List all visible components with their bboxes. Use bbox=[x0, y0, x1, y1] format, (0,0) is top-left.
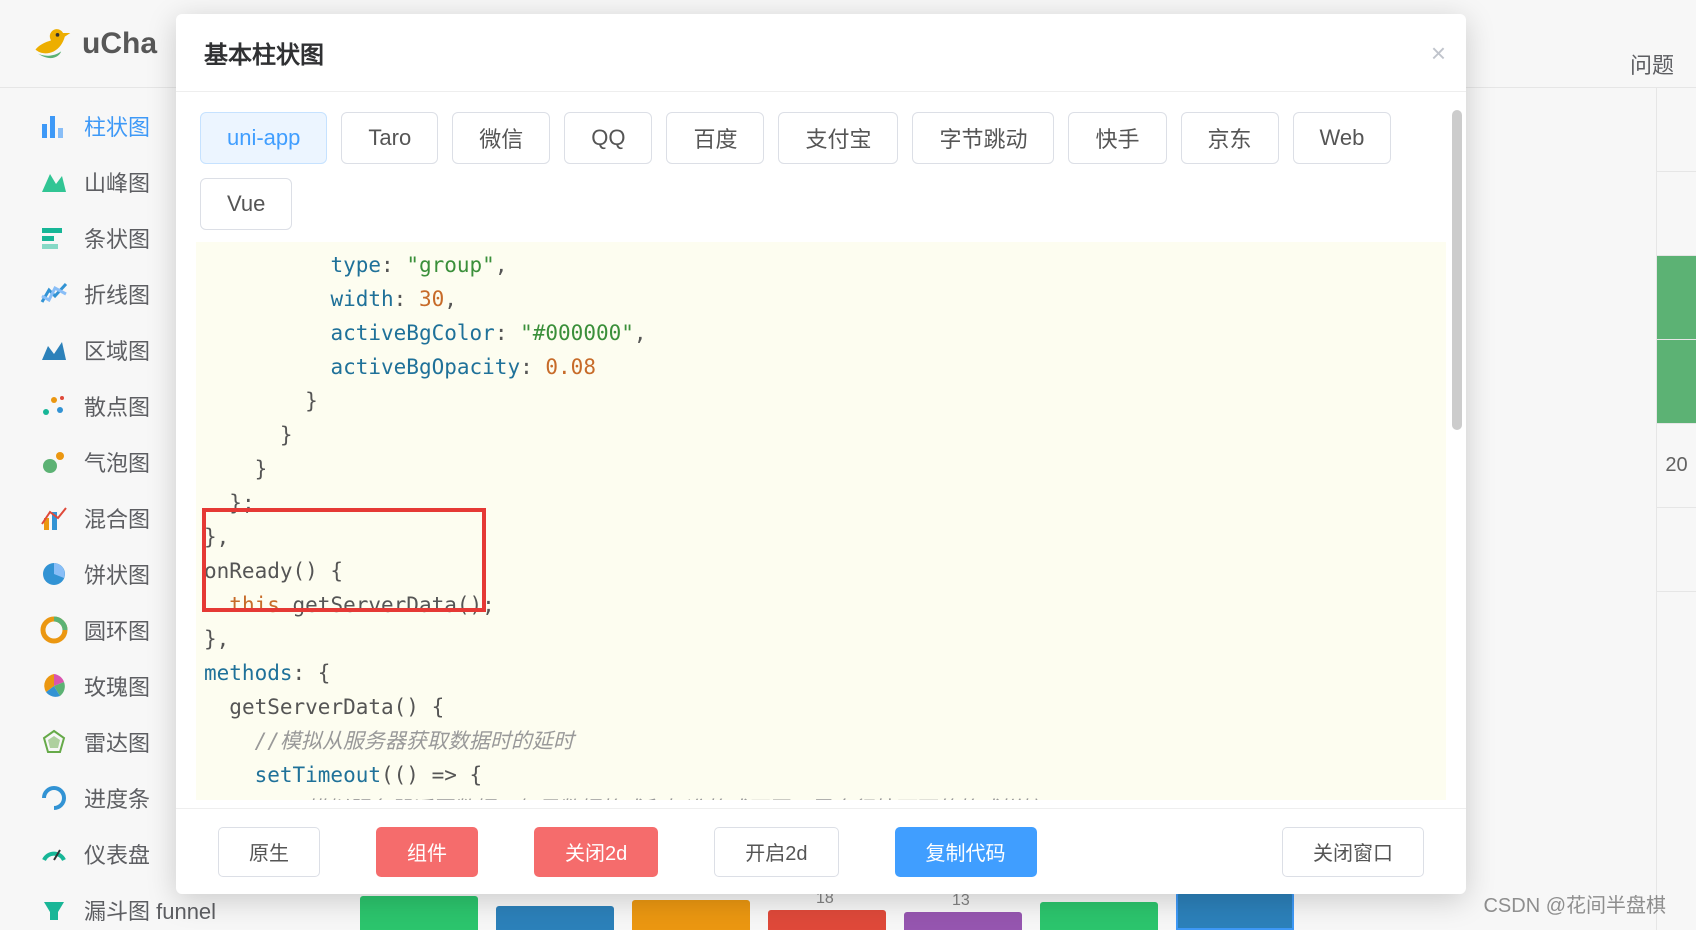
code-area[interactable]: type: "group", width: 30, activeBgColor:… bbox=[196, 242, 1446, 800]
open2d-button[interactable]: 开启2d bbox=[714, 827, 838, 877]
close2d-button[interactable]: 关闭2d bbox=[534, 827, 658, 877]
tabs-row: uni-app Taro 微信 QQ 百度 支付宝 字节跳动 快手 京东 Web… bbox=[176, 92, 1466, 242]
tab-taro[interactable]: Taro bbox=[341, 112, 438, 164]
close-window-button[interactable]: 关闭窗口 bbox=[1282, 827, 1424, 877]
code-content: type: "group", width: 30, activeBgColor:… bbox=[196, 242, 1446, 800]
scrollbar-thumb[interactable] bbox=[1452, 110, 1462, 430]
tab-jd[interactable]: 京东 bbox=[1181, 112, 1279, 164]
native-button[interactable]: 原生 bbox=[218, 827, 320, 877]
modal: 基本柱状图 × uni-app Taro 微信 QQ 百度 支付宝 字节跳动 快… bbox=[176, 14, 1466, 894]
modal-title: 基本柱状图 bbox=[204, 35, 324, 70]
tab-bytedance[interactable]: 字节跳动 bbox=[912, 112, 1054, 164]
close-icon[interactable]: × bbox=[1431, 38, 1446, 69]
tab-vue[interactable]: Vue bbox=[200, 178, 292, 230]
tab-web[interactable]: Web bbox=[1293, 112, 1392, 164]
tab-baidu[interactable]: 百度 bbox=[666, 112, 764, 164]
tab-uniapp[interactable]: uni-app bbox=[200, 112, 327, 164]
tab-alipay[interactable]: 支付宝 bbox=[778, 112, 898, 164]
tab-weixin[interactable]: 微信 bbox=[452, 112, 550, 164]
modal-footer: 原生 组件 关闭2d 开启2d 复制代码 关闭窗口 bbox=[176, 808, 1466, 894]
tab-qq[interactable]: QQ bbox=[564, 112, 652, 164]
tab-kuaishou[interactable]: 快手 bbox=[1068, 112, 1166, 164]
component-button[interactable]: 组件 bbox=[376, 827, 478, 877]
copy-code-button[interactable]: 复制代码 bbox=[895, 827, 1037, 877]
modal-scrollbar[interactable] bbox=[1452, 110, 1462, 798]
modal-header: 基本柱状图 × bbox=[176, 14, 1466, 92]
